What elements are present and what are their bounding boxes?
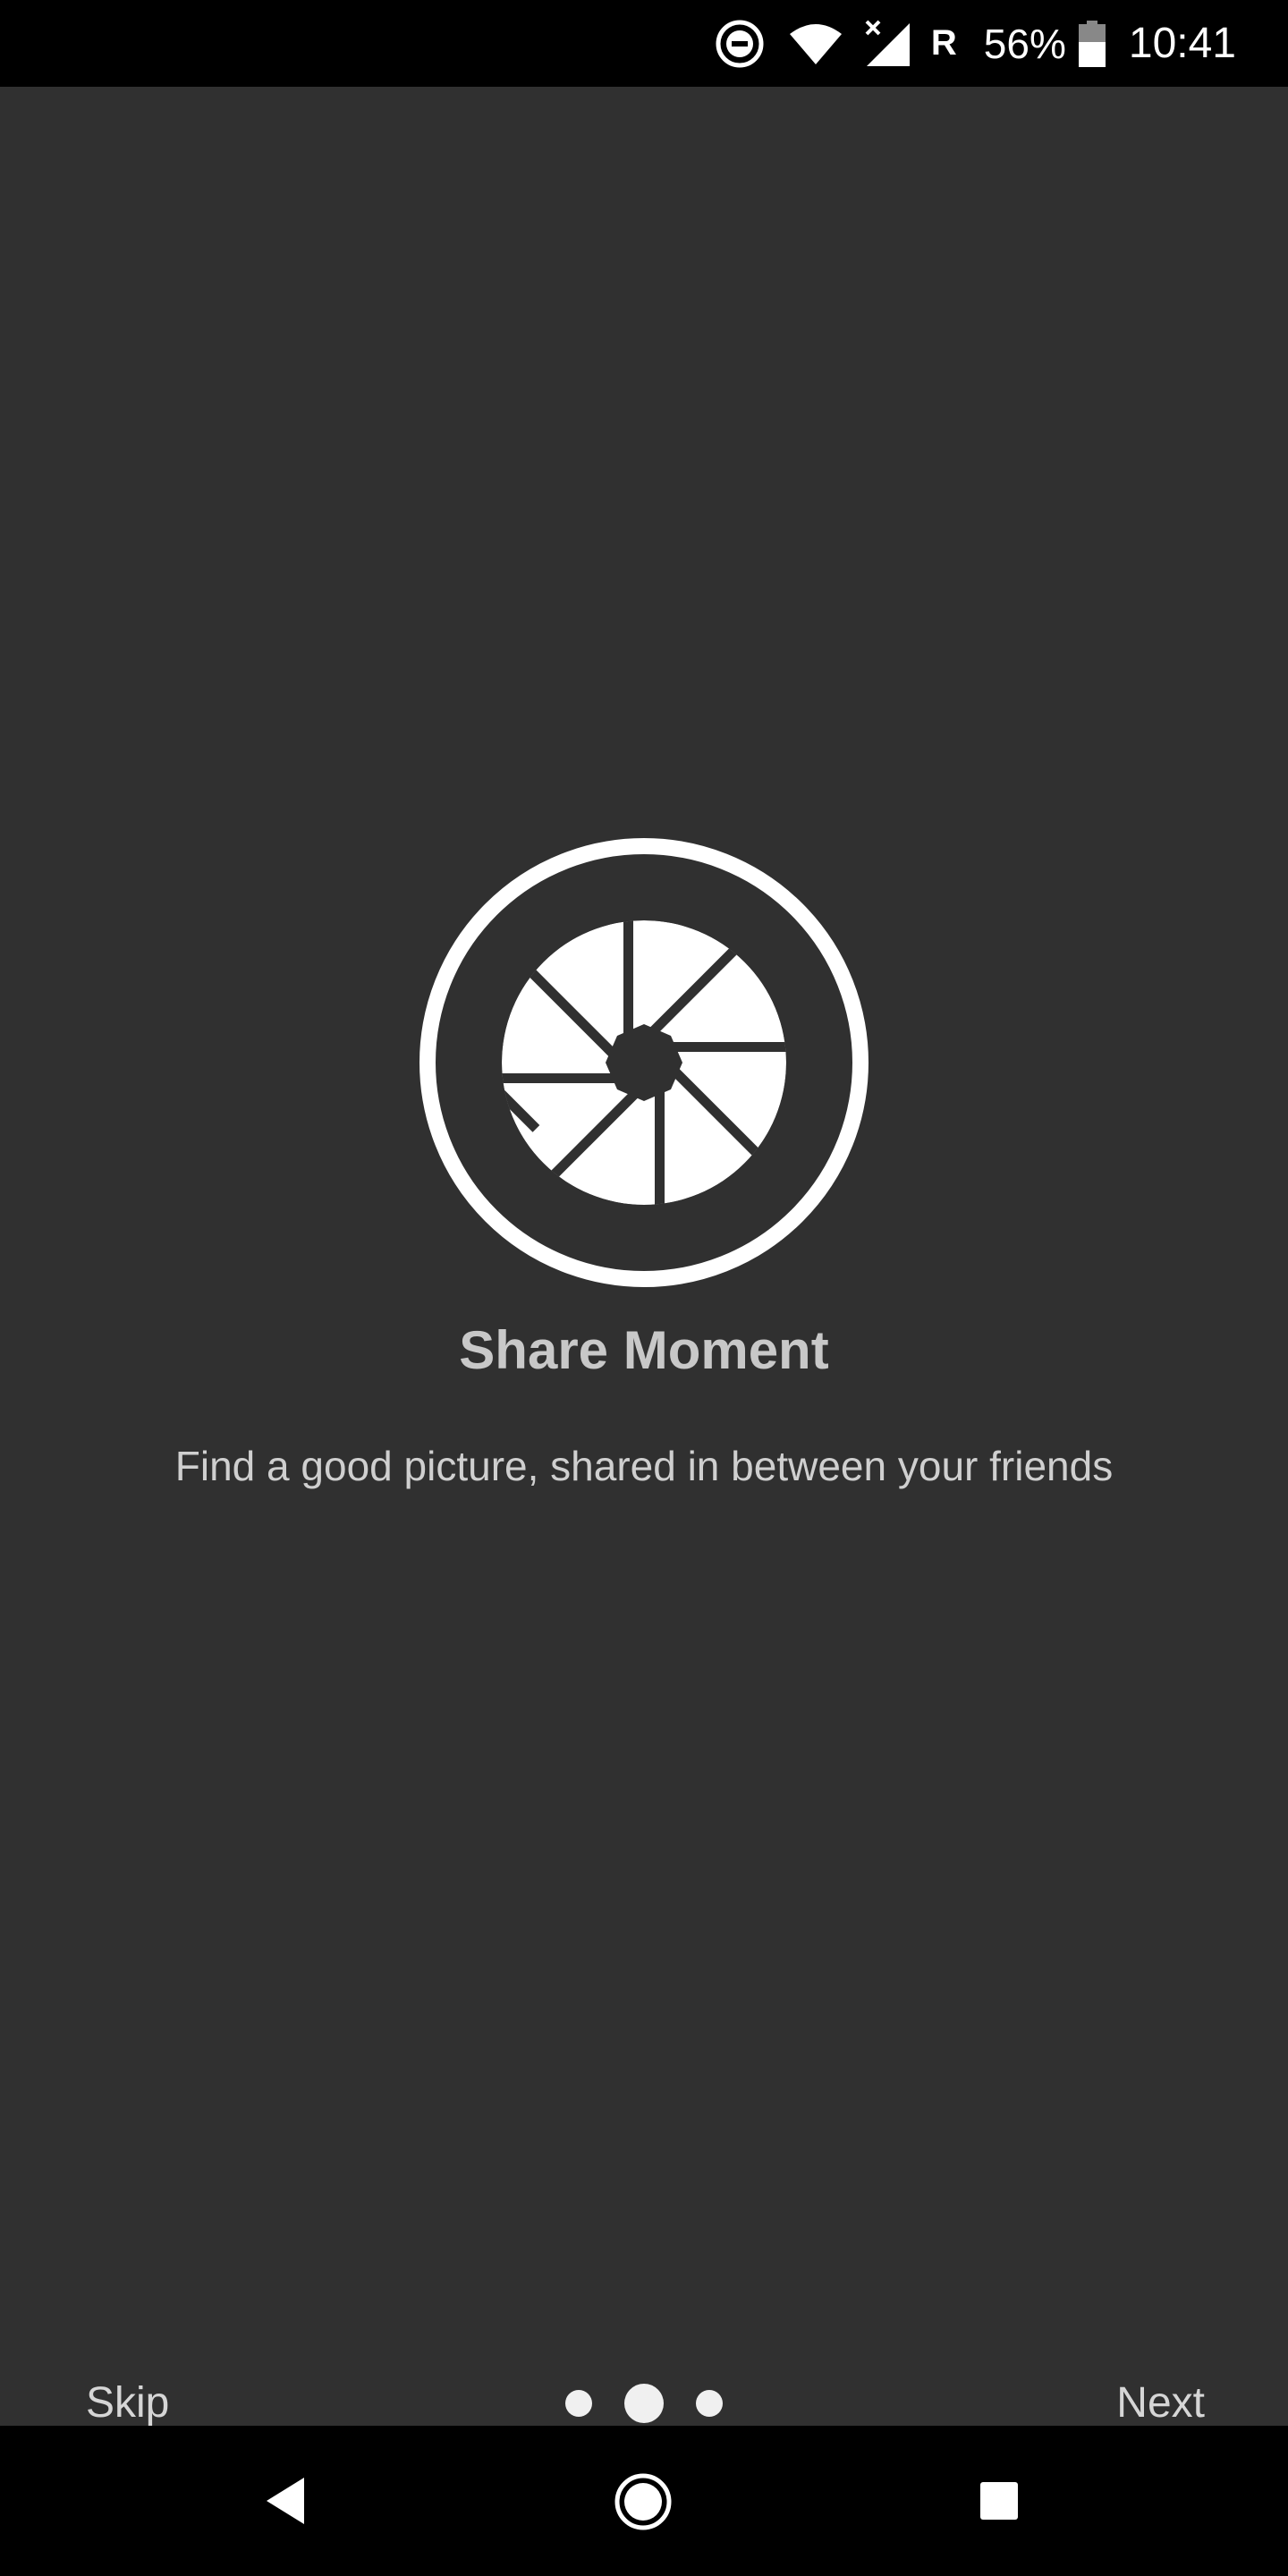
recents-icon[interactable] xyxy=(980,2482,1018,2520)
status-icons: R 56% 10:41 xyxy=(715,0,1236,87)
onboarding-page: Share Moment Find a good picture, shared… xyxy=(0,87,1288,2427)
cell-signal-icon xyxy=(865,20,911,68)
clock: 10:41 xyxy=(1128,20,1236,67)
page-description: Find a good picture, shared in between y… xyxy=(174,1443,1114,1489)
battery-percentage: 56% xyxy=(983,20,1066,67)
back-icon[interactable] xyxy=(265,2476,308,2526)
battery-icon xyxy=(1078,20,1106,67)
page-dot-3[interactable] xyxy=(696,2390,723,2417)
page-dot-1[interactable] xyxy=(565,2390,592,2417)
status-bar: R 56% 10:41 xyxy=(0,0,1288,87)
system-navigation-bar xyxy=(0,2426,1288,2576)
wifi-icon xyxy=(788,21,843,66)
page-dot-2-active[interactable] xyxy=(624,2384,664,2423)
do-not-disturb-icon xyxy=(715,19,765,69)
page-title: Share Moment xyxy=(459,1320,829,1380)
home-icon[interactable] xyxy=(614,2472,673,2531)
camera-aperture-icon xyxy=(418,836,870,1289)
roaming-indicator: R xyxy=(930,23,957,63)
